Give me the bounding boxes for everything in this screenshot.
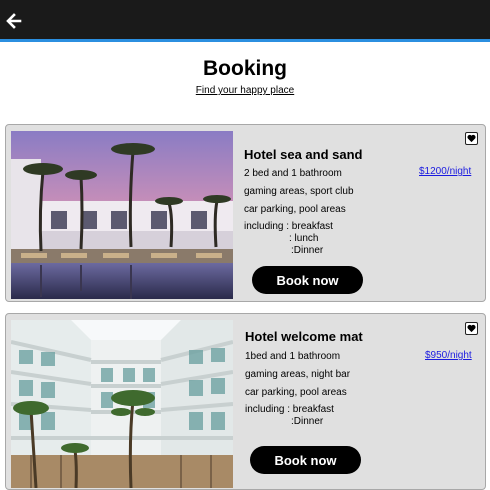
hotel-name: Hotel sea and sand xyxy=(244,147,363,162)
hotel-photo-courtyard xyxy=(11,320,233,488)
back-button[interactable] xyxy=(4,11,24,31)
hotel-amenities: gaming areas, sport club xyxy=(244,186,354,197)
hotel-price-link[interactable]: $1200/night xyxy=(419,166,471,177)
hotel-name: Hotel welcome mat xyxy=(245,329,363,344)
hotel-amenities: car parking, pool areas xyxy=(245,387,347,398)
hotel-rooms: 2 bed and 1 bathroom xyxy=(244,168,342,179)
book-now-button[interactable]: Book now xyxy=(250,446,361,474)
hotel-meals-extra: :Dinner xyxy=(291,416,324,427)
heart-icon xyxy=(467,324,476,333)
heart-icon xyxy=(467,134,476,143)
hotel-card-welcome-mat[interactable]: Hotel welcome mat 1bed and 1 bathroom ga… xyxy=(5,313,486,490)
hotel-card-sea-and-sand[interactable]: Hotel sea and sand 2 bed and 1 bathroom … xyxy=(5,124,486,302)
hotel-meals-extra: :Dinner xyxy=(291,245,324,256)
hotel-meals: including : breakfast xyxy=(244,221,333,232)
page-subtitle-wrap: Find your happy place xyxy=(0,85,490,96)
page-subtitle-link[interactable]: Find your happy place xyxy=(196,85,294,96)
arrow-left-icon xyxy=(6,13,22,29)
hotel-amenities: gaming areas, night bar xyxy=(245,369,351,380)
hotel-price-link[interactable]: $950/night xyxy=(425,350,472,361)
hotel-photo-beach-resort xyxy=(11,131,233,299)
page-title: Booking xyxy=(203,57,287,80)
hotel-meals: including : breakfast xyxy=(245,404,334,415)
hotel-amenities: car parking, pool areas xyxy=(244,204,346,215)
hotel-rooms: 1bed and 1 bathroom xyxy=(245,351,341,362)
hotel-meals-extra: : lunch xyxy=(289,233,319,244)
favorite-button[interactable] xyxy=(465,322,478,335)
top-bar xyxy=(0,0,490,42)
book-now-button[interactable]: Book now xyxy=(252,266,363,294)
favorite-button[interactable] xyxy=(465,132,478,145)
